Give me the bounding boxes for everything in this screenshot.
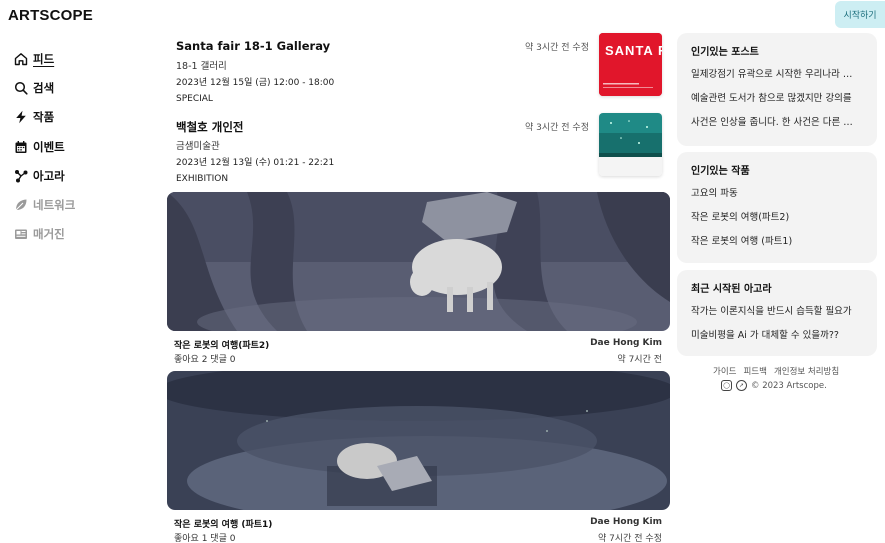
sidebar-item-magazine[interactable]: 매거진 (13, 220, 143, 249)
sidebar-item-label: 아고라 (33, 168, 65, 183)
post-link[interactable]: 사건은 인상을 줍니다. 한 사건은 다른 … (691, 115, 863, 139)
artwork-time: 약 7시간 전 수정 (598, 534, 662, 543)
artwork-author[interactable]: Dae Hong Kim (590, 517, 662, 527)
panel-title: 인기있는 작품 (691, 166, 750, 177)
artwork-time: 약 7시간 전 (617, 355, 662, 365)
santa-fair-poster: SANTA FAIR (599, 33, 662, 96)
lightning-icon (13, 110, 28, 125)
artwork-card[interactable]: 작은 로봇의 여행(파트2) 좋아요 2 댓글 0 Dae Hong Kim 약… (167, 192, 670, 365)
post-link[interactable]: 일제강점기 유곽으로 시작한 우리나라 … (691, 67, 863, 91)
sidebar-item-feed[interactable]: 피드 (13, 44, 143, 73)
sidebar-item-label: 매거진 (33, 227, 65, 242)
sidebar-item-label: 피드 (33, 51, 55, 66)
event-time: 약 3시간 전 수정 (525, 123, 589, 133)
popular-posts-panel: 인기있는 포스트 일제강점기 유곽으로 시작한 우리나라 … 예술관련 도서가 … (677, 33, 877, 146)
copyright: © 2023 Artscope. (751, 380, 827, 391)
compass-icon[interactable]: ➚ (736, 380, 747, 391)
artwork-image[interactable] (167, 371, 670, 510)
sidebar-item-label: 작품 (33, 110, 55, 125)
post-link[interactable]: 예술관련 도서가 참으로 많겠지만 강의를 (691, 91, 863, 115)
event-category: EXHIBITION (176, 174, 229, 184)
sidebar-item-works[interactable]: 작품 (13, 103, 143, 132)
sidebar-item-network[interactable]: 네트워크 (13, 190, 143, 219)
event-card[interactable]: Santa fair 18-1 Galleray 18-1 갤러리 2023년 … (176, 33, 662, 109)
sidebar-item-label: 이벤트 (33, 139, 65, 154)
event-venue: 18-1 갤러리 (176, 61, 227, 72)
event-category: SPECIAL (176, 94, 213, 104)
sidebar-item-label: 검색 (33, 80, 55, 95)
footer-link-privacy[interactable]: 개인정보 처리방침 (774, 365, 839, 377)
artwork-stats: 좋아요 2 댓글 0 (174, 355, 236, 365)
leaf-icon (13, 198, 28, 213)
newspaper-icon (13, 227, 28, 242)
poster-text-santa: SANTA FAIR (605, 43, 662, 58)
artwork-title[interactable]: 작은 로봇의 여행(파트2) (174, 338, 269, 351)
sidebar-item-label: 네트워크 (33, 198, 76, 213)
calendar-icon (13, 139, 28, 154)
artwork-card[interactable]: 작은 로봇의 여행 (파트1) 좋아요 1 댓글 0 Dae Hong Kim … (167, 371, 670, 543)
event-date: 2023년 12월 15일 (금) 12:00 - 18:00 (176, 78, 335, 88)
agora-link[interactable]: 미술비평을 Ai 가 대체할 수 있을까?? (691, 328, 863, 352)
exhibition-image (599, 113, 662, 176)
event-date: 2023년 12월 13일 (수) 01:21 - 22:21 (176, 158, 335, 168)
footer-link-guide[interactable]: 가이드 (713, 365, 736, 377)
footer-copyright-row: ◯ ➚ © 2023 Artscope. (721, 380, 827, 391)
work-link[interactable]: 고요의 파동 (691, 186, 863, 210)
logo[interactable]: ARTSCOPE (8, 7, 93, 24)
event-venue: 금샘미술관 (176, 141, 220, 152)
event-card[interactable]: 백철호 개인전 금샘미술관 2023년 12월 13일 (수) 01:21 - … (176, 113, 662, 189)
robot-dog-cave-illustration (167, 371, 670, 510)
panel-title: 최근 시작된 아고라 (691, 284, 772, 295)
sidebar-item-agora[interactable]: 아고라 (13, 161, 143, 190)
graph-icon (13, 168, 28, 183)
home-icon (13, 51, 28, 66)
popular-works-panel: 인기있는 작품 고요의 파동 작은 로봇의 여행(파트2) 작은 로봇의 여행 … (677, 152, 877, 263)
start-button[interactable]: 시작하기 (835, 1, 885, 28)
footer-links: 가이드 피드백 개인정보 처리방침 (713, 365, 839, 377)
artwork-title[interactable]: 작은 로봇의 여행 (파트1) (174, 517, 272, 530)
event-time: 약 3시간 전 수정 (525, 43, 589, 53)
event-title[interactable]: Santa fair 18-1 Galleray (176, 39, 330, 53)
sidebar-item-events[interactable]: 이벤트 (13, 132, 143, 161)
artwork-author[interactable]: Dae Hong Kim (590, 338, 662, 348)
event-title[interactable]: 백철호 개인전 (176, 119, 243, 135)
event-thumbnail[interactable] (599, 113, 662, 176)
artwork-meta: 작은 로봇의 여행(파트2) 좋아요 2 댓글 0 Dae Hong Kim 약… (167, 331, 670, 365)
work-link[interactable]: 작은 로봇의 여행(파트2) (691, 210, 863, 234)
instagram-icon[interactable]: ◯ (721, 380, 732, 391)
panel-title: 인기있는 포스트 (691, 47, 759, 58)
search-icon (13, 80, 28, 95)
robot-dog-forest-illustration (167, 192, 670, 331)
footer-link-feedback[interactable]: 피드백 (743, 365, 766, 377)
sidebar-item-search[interactable]: 검색 (13, 73, 143, 102)
agora-link[interactable]: 작가는 이론지식을 반드시 습득할 필요가 (691, 304, 863, 328)
artwork-meta: 작은 로봇의 여행 (파트1) 좋아요 1 댓글 0 Dae Hong Kim … (167, 510, 670, 543)
event-thumbnail[interactable]: SANTA FAIR (599, 33, 662, 96)
artwork-stats: 좋아요 1 댓글 0 (174, 534, 236, 543)
recent-agora-panel: 최근 시작된 아고라 작가는 이론지식을 반드시 습득할 필요가 미술비평을 A… (677, 270, 877, 356)
artwork-image[interactable] (167, 192, 670, 331)
sidebar-nav: 피드 검색 작품 이벤트 아고라 네트워크 매거진 (13, 44, 143, 249)
work-link[interactable]: 작은 로봇의 여행 (파트1) (691, 234, 863, 258)
